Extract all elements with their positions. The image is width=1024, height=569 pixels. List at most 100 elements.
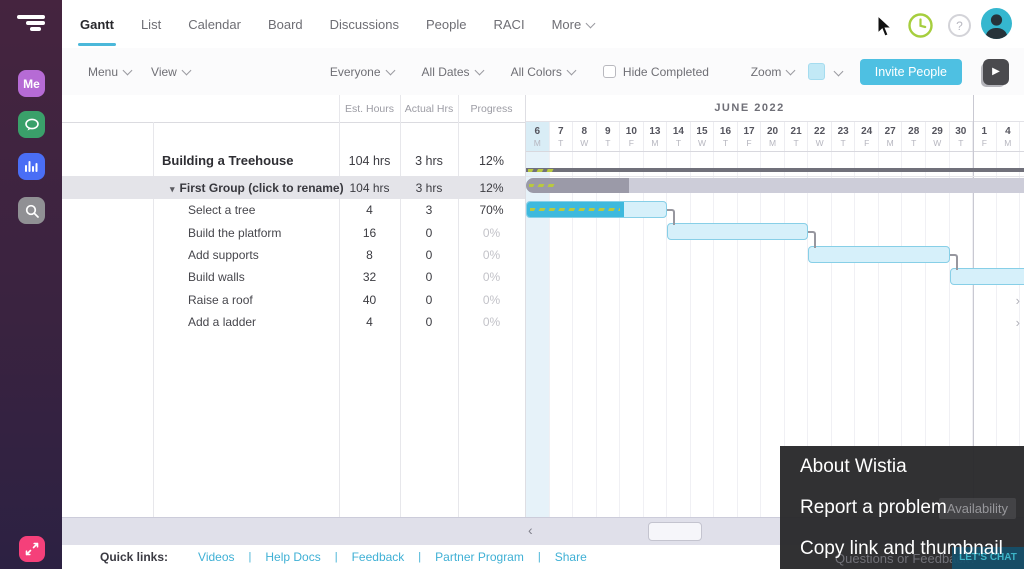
day-header-17[interactable]: 17 F bbox=[738, 122, 762, 152]
day-header-10[interactable]: 10 F bbox=[620, 122, 644, 152]
sidebar-item-comments[interactable] bbox=[18, 111, 45, 138]
quick-link-partner-program[interactable]: Partner Program bbox=[435, 550, 524, 564]
task-bar-build-the-platform[interactable] bbox=[667, 223, 809, 241]
quick-link-feedback[interactable]: Feedback bbox=[352, 550, 405, 564]
quick-link-videos[interactable]: Videos bbox=[198, 550, 234, 564]
teamgantt-logo-icon[interactable] bbox=[17, 15, 45, 33]
day-header-28[interactable]: 28 T bbox=[902, 122, 926, 152]
offscreen-task-indicator-icon[interactable]: › bbox=[1016, 293, 1020, 308]
cell-prog[interactable]: 0% bbox=[458, 270, 525, 284]
cell-act[interactable]: 0 bbox=[400, 248, 458, 262]
cell-act[interactable]: 0 bbox=[400, 226, 458, 240]
checkbox-icon[interactable] bbox=[602, 64, 616, 78]
watch-video-icon[interactable]: ▶ bbox=[983, 58, 1009, 85]
day-header-23[interactable]: 23 T bbox=[832, 122, 856, 152]
offscreen-task-indicator-icon[interactable]: › bbox=[1016, 315, 1020, 330]
people-filter-dropdown[interactable]: Everyone bbox=[330, 65, 395, 79]
quick-link-share[interactable]: Share bbox=[555, 550, 587, 564]
day-header-8[interactable]: 8W bbox=[573, 122, 597, 152]
task-name[interactable]: Add supports bbox=[188, 248, 259, 262]
quick-link-help-docs[interactable]: Help Docs bbox=[265, 550, 320, 564]
day-header-30[interactable]: 30 T bbox=[950, 122, 974, 152]
cell-est[interactable]: 8 bbox=[339, 248, 400, 262]
table-row-add-a-ladder[interactable]: Add a ladder 4 0 0% bbox=[62, 311, 525, 333]
tab-list[interactable]: List bbox=[141, 17, 161, 32]
cell-prog[interactable]: 12% bbox=[458, 181, 525, 195]
task-name[interactable]: Select a tree bbox=[188, 203, 255, 217]
cell-prog[interactable]: 70% bbox=[458, 203, 525, 217]
day-header-15[interactable]: 15 W bbox=[691, 122, 715, 152]
time-tracking-clock-icon[interactable] bbox=[907, 12, 934, 39]
cell-est[interactable]: 104 hrs bbox=[339, 181, 400, 195]
invite-people-button[interactable]: Invite People bbox=[859, 58, 962, 85]
view-dropdown[interactable]: View bbox=[151, 65, 192, 79]
task-name[interactable]: Add a ladder bbox=[188, 315, 256, 329]
task-name[interactable]: Build the platform bbox=[188, 226, 281, 240]
task-bar-add-supports[interactable] bbox=[808, 245, 950, 263]
cell-est[interactable]: 32 bbox=[339, 270, 400, 284]
help-icon[interactable]: ? bbox=[947, 13, 972, 38]
day-header-9[interactable]: 9T bbox=[597, 122, 621, 152]
table-row-building-a-treehouse[interactable]: Building a Treehouse 104 hrs 3 hrs 12% bbox=[62, 122, 525, 177]
color-swatch-dropdown[interactable] bbox=[808, 63, 844, 80]
day-header-4[interactable]: 4M bbox=[997, 122, 1021, 152]
zoom-dropdown[interactable]: Zoom bbox=[751, 65, 796, 79]
table-row-first-group-click-to-rename[interactable]: ▾ First Group (click to rename) 104 hrs 3 h… bbox=[62, 177, 525, 199]
cell-act[interactable]: 0 bbox=[400, 270, 458, 284]
sidebar-item-search[interactable] bbox=[18, 197, 45, 224]
task-name[interactable]: Build walls bbox=[188, 270, 245, 284]
cell-est[interactable]: 4 bbox=[339, 315, 400, 329]
day-header-14[interactable]: 14 T bbox=[667, 122, 691, 152]
cell-est[interactable]: 104 hrs bbox=[339, 154, 400, 168]
menu-item-report-a-problem[interactable]: Report a problem bbox=[800, 495, 947, 521]
day-header-24[interactable]: 24 F bbox=[855, 122, 879, 152]
tab-people[interactable]: People bbox=[426, 17, 466, 32]
column-header-progress[interactable]: Progress bbox=[458, 103, 525, 115]
tab-raci[interactable]: RACI bbox=[494, 17, 525, 32]
column-header-est-hours[interactable]: Est. Hours bbox=[339, 103, 400, 115]
tab-board[interactable]: Board bbox=[268, 17, 303, 32]
color-filter-dropdown[interactable]: All Colors bbox=[511, 65, 577, 79]
task-bar-select-a-tree[interactable] bbox=[526, 201, 668, 218]
day-header-16[interactable]: 16 T bbox=[714, 122, 738, 152]
task-name[interactable]: Raise a roof bbox=[188, 293, 253, 307]
sidebar-item-me[interactable]: Me bbox=[18, 70, 45, 97]
tab-calendar[interactable]: Calendar bbox=[188, 17, 241, 32]
table-row-add-supports[interactable]: Add supports 8 0 0% bbox=[62, 244, 525, 266]
cell-prog[interactable]: 0% bbox=[458, 248, 525, 262]
hide-completed-toggle[interactable]: Hide Completed bbox=[602, 64, 709, 79]
table-row-build-walls[interactable]: Build walls 32 0 0% bbox=[62, 266, 525, 288]
column-header-actual-hrs[interactable]: Actual Hrs bbox=[400, 103, 458, 115]
cell-prog[interactable]: 0% bbox=[458, 226, 525, 240]
task-name[interactable]: Building a Treehouse bbox=[162, 153, 293, 168]
user-avatar[interactable] bbox=[981, 8, 1012, 39]
cell-act[interactable]: 0 bbox=[400, 293, 458, 307]
sidebar-item-expand[interactable] bbox=[19, 536, 45, 562]
date-filter-dropdown[interactable]: All Dates bbox=[422, 65, 485, 79]
day-header-29[interactable]: 29 W bbox=[926, 122, 950, 152]
cell-prog[interactable]: 0% bbox=[458, 293, 525, 307]
scrollbar-thumb[interactable] bbox=[648, 522, 702, 541]
task-name[interactable]: ▾ First Group (click to rename) bbox=[170, 181, 344, 195]
day-header-1[interactable]: 1F bbox=[973, 122, 997, 152]
day-header-27[interactable]: 27 M bbox=[879, 122, 903, 152]
collapse-caret-icon[interactable]: ▾ bbox=[170, 184, 175, 194]
day-header-6[interactable]: 6M bbox=[526, 122, 550, 152]
task-bar-build-walls[interactable] bbox=[949, 268, 1024, 286]
day-header-20[interactable]: 20 M bbox=[761, 122, 785, 152]
tab-gantt[interactable]: Gantt bbox=[78, 17, 116, 46]
day-header-22[interactable]: 22 W bbox=[808, 122, 832, 152]
cell-act[interactable]: 3 hrs bbox=[400, 154, 458, 168]
table-row-raise-a-roof[interactable]: Raise a roof 40 0 0% bbox=[62, 289, 525, 311]
tab-discussions[interactable]: Discussions bbox=[330, 17, 399, 32]
cell-est[interactable]: 4 bbox=[339, 203, 400, 217]
project-summary-bar-building-a-treehouse[interactable] bbox=[526, 168, 1024, 172]
menu-dropdown[interactable]: Menu bbox=[88, 65, 133, 79]
table-row-build-the-platform[interactable]: Build the platform 16 0 0% bbox=[62, 221, 525, 243]
cell-prog[interactable]: 0% bbox=[458, 315, 525, 329]
cell-act[interactable]: 3 bbox=[400, 203, 458, 217]
cell-act[interactable]: 3 hrs bbox=[400, 181, 458, 195]
sidebar-item-charts[interactable] bbox=[18, 153, 45, 180]
table-row-select-a-tree[interactable]: Select a tree 4 3 70% bbox=[62, 199, 525, 221]
day-header-21[interactable]: 21 T bbox=[785, 122, 809, 152]
